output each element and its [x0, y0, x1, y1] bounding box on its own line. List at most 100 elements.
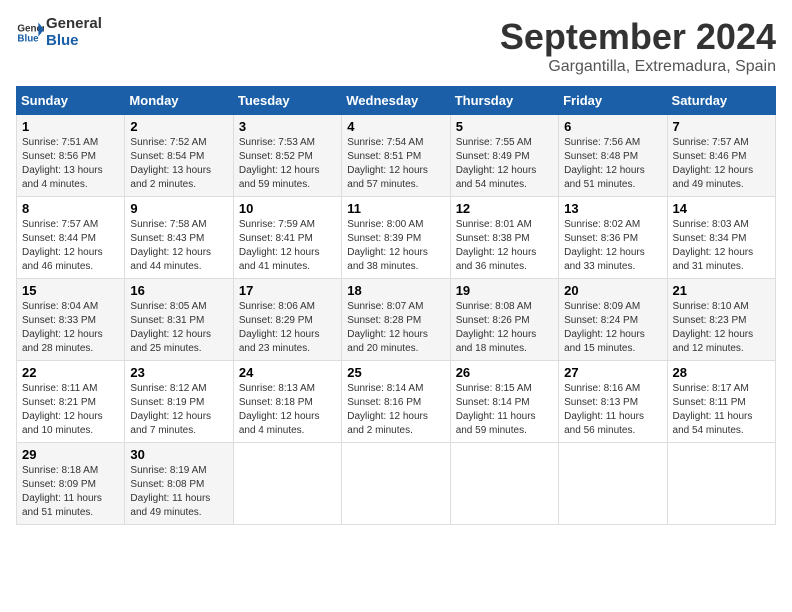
logo-icon: General Blue [16, 19, 44, 47]
calendar-cell: 12 Sunrise: 8:01 AMSunset: 8:38 PMDaylig… [450, 197, 558, 279]
day-info: Sunrise: 8:17 AMSunset: 8:11 PMDaylight:… [673, 383, 753, 436]
day-number: 19 [456, 283, 553, 298]
col-friday: Friday [559, 87, 667, 115]
col-sunday: Sunday [17, 87, 125, 115]
day-info: Sunrise: 8:01 AMSunset: 8:38 PMDaylight:… [456, 219, 537, 272]
day-number: 4 [347, 119, 444, 134]
calendar-cell: 4 Sunrise: 7:54 AMSunset: 8:51 PMDayligh… [342, 115, 450, 197]
location: Gargantilla, Extremadura, Spain [500, 58, 776, 76]
calendar-header: Sunday Monday Tuesday Wednesday Thursday… [17, 87, 776, 115]
calendar-cell: 28 Sunrise: 8:17 AMSunset: 8:11 PMDaylig… [667, 361, 775, 443]
logo-line2: Blue [46, 33, 102, 50]
calendar-cell: 2 Sunrise: 7:52 AMSunset: 8:54 PMDayligh… [125, 115, 233, 197]
calendar-cell: 5 Sunrise: 7:55 AMSunset: 8:49 PMDayligh… [450, 115, 558, 197]
calendar-cell: 17 Sunrise: 8:06 AMSunset: 8:29 PMDaylig… [233, 279, 341, 361]
day-info: Sunrise: 8:00 AMSunset: 8:39 PMDaylight:… [347, 219, 428, 272]
col-monday: Monday [125, 87, 233, 115]
day-info: Sunrise: 8:11 AMSunset: 8:21 PMDaylight:… [22, 383, 103, 436]
calendar-cell: 1 Sunrise: 7:51 AMSunset: 8:56 PMDayligh… [17, 115, 125, 197]
day-number: 6 [564, 119, 661, 134]
calendar-cell: 26 Sunrise: 8:15 AMSunset: 8:14 PMDaylig… [450, 361, 558, 443]
day-number: 2 [130, 119, 227, 134]
day-info: Sunrise: 7:57 AMSunset: 8:46 PMDaylight:… [673, 137, 754, 190]
page-header: General Blue General Blue September 2024… [16, 16, 776, 76]
calendar-cell: 16 Sunrise: 8:05 AMSunset: 8:31 PMDaylig… [125, 279, 233, 361]
calendar-cell [342, 443, 450, 525]
day-info: Sunrise: 8:18 AMSunset: 8:09 PMDaylight:… [22, 465, 102, 518]
calendar-cell: 14 Sunrise: 8:03 AMSunset: 8:34 PMDaylig… [667, 197, 775, 279]
day-info: Sunrise: 7:59 AMSunset: 8:41 PMDaylight:… [239, 219, 320, 272]
day-info: Sunrise: 8:19 AMSunset: 8:08 PMDaylight:… [130, 465, 210, 518]
day-info: Sunrise: 8:15 AMSunset: 8:14 PMDaylight:… [456, 383, 536, 436]
day-info: Sunrise: 8:10 AMSunset: 8:23 PMDaylight:… [673, 301, 754, 354]
calendar-week-row: 8 Sunrise: 7:57 AMSunset: 8:44 PMDayligh… [17, 197, 776, 279]
title-area: September 2024 Gargantilla, Extremadura,… [500, 16, 776, 76]
calendar-cell: 9 Sunrise: 7:58 AMSunset: 8:43 PMDayligh… [125, 197, 233, 279]
calendar-cell: 25 Sunrise: 8:14 AMSunset: 8:16 PMDaylig… [342, 361, 450, 443]
calendar-week-row: 22 Sunrise: 8:11 AMSunset: 8:21 PMDaylig… [17, 361, 776, 443]
day-info: Sunrise: 7:55 AMSunset: 8:49 PMDaylight:… [456, 137, 537, 190]
day-info: Sunrise: 8:07 AMSunset: 8:28 PMDaylight:… [347, 301, 428, 354]
col-saturday: Saturday [667, 87, 775, 115]
day-number: 22 [22, 365, 119, 380]
day-info: Sunrise: 7:58 AMSunset: 8:43 PMDaylight:… [130, 219, 211, 272]
day-info: Sunrise: 8:09 AMSunset: 8:24 PMDaylight:… [564, 301, 645, 354]
day-number: 15 [22, 283, 119, 298]
day-info: Sunrise: 8:05 AMSunset: 8:31 PMDaylight:… [130, 301, 211, 354]
day-info: Sunrise: 8:12 AMSunset: 8:19 PMDaylight:… [130, 383, 211, 436]
calendar-table: Sunday Monday Tuesday Wednesday Thursday… [16, 86, 776, 525]
day-info: Sunrise: 8:14 AMSunset: 8:16 PMDaylight:… [347, 383, 428, 436]
day-info: Sunrise: 8:08 AMSunset: 8:26 PMDaylight:… [456, 301, 537, 354]
day-number: 20 [564, 283, 661, 298]
day-number: 10 [239, 201, 336, 216]
day-number: 25 [347, 365, 444, 380]
calendar-cell: 8 Sunrise: 7:57 AMSunset: 8:44 PMDayligh… [17, 197, 125, 279]
calendar-cell [667, 443, 775, 525]
calendar-week-row: 29 Sunrise: 8:18 AMSunset: 8:09 PMDaylig… [17, 443, 776, 525]
day-info: Sunrise: 8:02 AMSunset: 8:36 PMDaylight:… [564, 219, 645, 272]
calendar-cell: 24 Sunrise: 8:13 AMSunset: 8:18 PMDaylig… [233, 361, 341, 443]
day-info: Sunrise: 7:57 AMSunset: 8:44 PMDaylight:… [22, 219, 103, 272]
calendar-cell [233, 443, 341, 525]
logo: General Blue General Blue [16, 16, 102, 49]
day-number: 18 [347, 283, 444, 298]
day-number: 17 [239, 283, 336, 298]
calendar-week-row: 1 Sunrise: 7:51 AMSunset: 8:56 PMDayligh… [17, 115, 776, 197]
calendar-cell: 10 Sunrise: 7:59 AMSunset: 8:41 PMDaylig… [233, 197, 341, 279]
day-number: 23 [130, 365, 227, 380]
calendar-cell [450, 443, 558, 525]
day-number: 30 [130, 447, 227, 462]
day-number: 5 [456, 119, 553, 134]
day-number: 27 [564, 365, 661, 380]
day-number: 24 [239, 365, 336, 380]
col-wednesday: Wednesday [342, 87, 450, 115]
calendar-cell: 13 Sunrise: 8:02 AMSunset: 8:36 PMDaylig… [559, 197, 667, 279]
day-number: 3 [239, 119, 336, 134]
calendar-cell: 22 Sunrise: 8:11 AMSunset: 8:21 PMDaylig… [17, 361, 125, 443]
logo-line1: General [46, 16, 102, 33]
day-info: Sunrise: 7:51 AMSunset: 8:56 PMDaylight:… [22, 137, 103, 190]
day-number: 13 [564, 201, 661, 216]
day-number: 28 [673, 365, 770, 380]
day-number: 8 [22, 201, 119, 216]
day-number: 14 [673, 201, 770, 216]
day-number: 12 [456, 201, 553, 216]
calendar-cell: 11 Sunrise: 8:00 AMSunset: 8:39 PMDaylig… [342, 197, 450, 279]
col-thursday: Thursday [450, 87, 558, 115]
calendar-cell: 7 Sunrise: 7:57 AMSunset: 8:46 PMDayligh… [667, 115, 775, 197]
day-info: Sunrise: 8:13 AMSunset: 8:18 PMDaylight:… [239, 383, 320, 436]
calendar-body: 1 Sunrise: 7:51 AMSunset: 8:56 PMDayligh… [17, 115, 776, 525]
month-title: September 2024 [500, 16, 776, 58]
day-number: 11 [347, 201, 444, 216]
day-number: 1 [22, 119, 119, 134]
header-row: Sunday Monday Tuesday Wednesday Thursday… [17, 87, 776, 115]
day-number: 7 [673, 119, 770, 134]
day-number: 26 [456, 365, 553, 380]
calendar-cell: 18 Sunrise: 8:07 AMSunset: 8:28 PMDaylig… [342, 279, 450, 361]
day-info: Sunrise: 7:52 AMSunset: 8:54 PMDaylight:… [130, 137, 211, 190]
calendar-cell: 21 Sunrise: 8:10 AMSunset: 8:23 PMDaylig… [667, 279, 775, 361]
calendar-cell: 6 Sunrise: 7:56 AMSunset: 8:48 PMDayligh… [559, 115, 667, 197]
calendar-cell: 27 Sunrise: 8:16 AMSunset: 8:13 PMDaylig… [559, 361, 667, 443]
calendar-cell: 29 Sunrise: 8:18 AMSunset: 8:09 PMDaylig… [17, 443, 125, 525]
day-info: Sunrise: 8:03 AMSunset: 8:34 PMDaylight:… [673, 219, 754, 272]
